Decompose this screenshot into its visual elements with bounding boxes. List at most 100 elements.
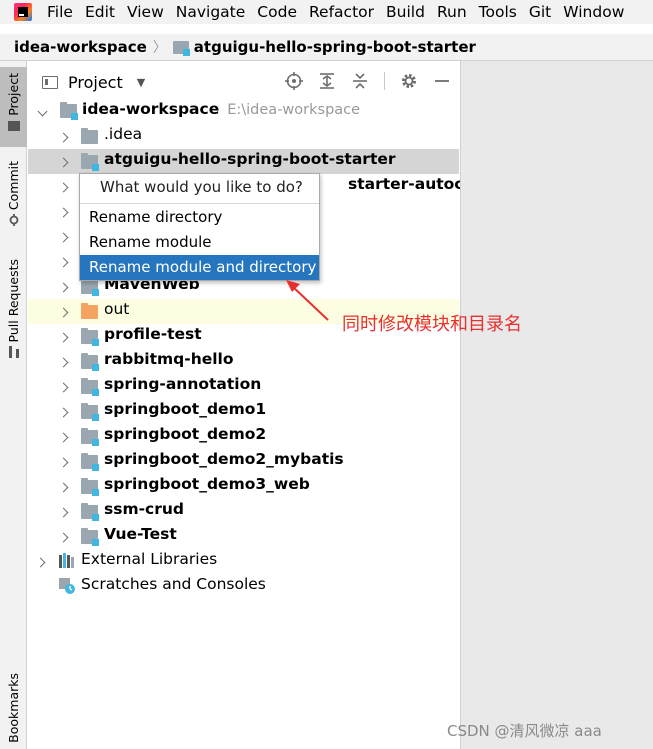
expand-all-icon[interactable] bbox=[318, 72, 336, 90]
rename-directory-option[interactable]: Rename directory bbox=[80, 205, 319, 230]
project-panel-title[interactable]: Project bbox=[68, 73, 123, 92]
menu-refactor[interactable]: Refactor bbox=[308, 0, 375, 24]
library-icon bbox=[59, 553, 77, 568]
tool-tab-commit[interactable]: Commit bbox=[0, 161, 27, 236]
module-folder-icon bbox=[81, 378, 99, 396]
tree-row[interactable]: .idea bbox=[28, 124, 459, 149]
tree-item-label: out bbox=[104, 300, 130, 318]
chevron-right-icon[interactable] bbox=[59, 382, 69, 392]
menu-bar: File Edit View Navigate Code Refactor Build Run… bbox=[0, 0, 653, 24]
tree-item-label: spring-annotation bbox=[104, 375, 262, 393]
breadcrumb: idea-workspace 〉 atguigu-hello-spring-bo… bbox=[0, 34, 653, 60]
tree-item-label: springboot_demo2 bbox=[104, 425, 267, 443]
chevron-right-icon[interactable] bbox=[59, 182, 69, 192]
tree-row-external-libraries[interactable]: External Libraries bbox=[28, 549, 459, 574]
tree-root-label: idea-workspace E:\idea-workspace bbox=[82, 100, 360, 118]
popup-title: What would you like to do? bbox=[100, 178, 303, 196]
chevron-right-icon[interactable] bbox=[59, 482, 69, 492]
module-folder-icon bbox=[60, 102, 78, 120]
tree-item-label: springboot_demo3_web bbox=[104, 475, 310, 493]
breadcrumb-root[interactable]: idea-workspace bbox=[14, 38, 147, 56]
module-folder-icon bbox=[81, 503, 99, 521]
chevron-right-icon[interactable] bbox=[59, 282, 69, 292]
chevron-right-icon[interactable] bbox=[59, 532, 69, 542]
module-folder-icon bbox=[81, 278, 99, 296]
project-panel-header: Project ▼ bbox=[28, 61, 459, 103]
minimize-icon[interactable] bbox=[433, 72, 451, 90]
menu-edit[interactable]: Edit bbox=[84, 0, 116, 24]
module-folder-icon bbox=[81, 528, 99, 546]
collapse-all-icon[interactable] bbox=[351, 72, 369, 90]
tool-tab-pull-requests[interactable]: Pull Requests bbox=[0, 259, 27, 367]
chevron-right-icon[interactable] bbox=[36, 557, 46, 567]
tree-row[interactable]: Vue-Test bbox=[28, 524, 459, 549]
project-panel-actions bbox=[270, 72, 451, 90]
menu-navigate[interactable]: Navigate bbox=[175, 0, 247, 24]
tree-item-label: rabbitmq-hello bbox=[104, 350, 234, 368]
chevron-right-icon[interactable] bbox=[59, 507, 69, 517]
menu-build[interactable]: Build bbox=[385, 0, 426, 24]
menu-file[interactable]: File bbox=[46, 0, 74, 24]
tree-row[interactable]: ssm-crud bbox=[28, 499, 459, 524]
tree-row[interactable]: atguigu-hello-spring-boot-starter bbox=[28, 149, 459, 174]
tree-item-label: Vue-Test bbox=[104, 525, 177, 543]
tree-label-external-libraries: External Libraries bbox=[81, 550, 218, 568]
menu-tools[interactable]: Tools bbox=[478, 0, 518, 24]
menu-git[interactable]: Git bbox=[528, 0, 552, 24]
tree-row[interactable]: springboot_demo1 bbox=[28, 399, 459, 424]
tree-item-label: .idea bbox=[104, 125, 143, 143]
tool-tab-commit-label: Commit bbox=[6, 161, 21, 211]
chevron-right-icon[interactable] bbox=[59, 307, 69, 317]
tree-item-label: atguigu-hello-spring-boot-starter bbox=[104, 150, 396, 168]
tree-item-label: springboot_demo2_mybatis bbox=[104, 450, 344, 468]
tree-row[interactable]: spring-annotation bbox=[28, 374, 459, 399]
gear-icon[interactable] bbox=[400, 72, 418, 90]
tree-row-scratches[interactable]: Scratches and Consoles bbox=[28, 574, 459, 599]
tool-tab-bookmarks-label: Bookmarks bbox=[6, 673, 21, 743]
project-folder-icon bbox=[7, 120, 20, 131]
breadcrumb-module[interactable]: atguigu-hello-spring-boot-starter bbox=[194, 38, 476, 56]
project-panel: Project ▼ idea-workspace E:\idea-workspac… bbox=[28, 61, 519, 749]
tree-root-row[interactable]: idea-workspace E:\idea-workspace bbox=[28, 99, 459, 124]
rename-module-option[interactable]: Rename module bbox=[80, 230, 319, 255]
chevron-right-icon[interactable] bbox=[59, 232, 69, 242]
module-folder-icon bbox=[81, 403, 99, 421]
locate-file-icon[interactable] bbox=[285, 72, 303, 90]
chevron-right-icon[interactable] bbox=[59, 357, 69, 367]
project-view-icon bbox=[42, 75, 58, 89]
menu-view[interactable]: View bbox=[126, 0, 165, 24]
tree-row[interactable]: springboot_demo2 bbox=[28, 424, 459, 449]
module-folder-icon bbox=[81, 428, 99, 446]
tree-item-label: ssm-crud bbox=[104, 500, 184, 518]
chevron-right-icon[interactable] bbox=[59, 457, 69, 467]
tool-tab-project[interactable]: Project bbox=[0, 67, 27, 147]
excluded-folder-icon bbox=[81, 303, 98, 319]
annotation-text: 同时修改模块和目录名 bbox=[342, 314, 522, 335]
breadcrumb-separator-icon: 〉 bbox=[152, 40, 167, 56]
chevron-right-icon[interactable] bbox=[59, 157, 69, 167]
tree-row[interactable]: rabbitmq-hello bbox=[28, 349, 459, 374]
watermark: CSDN @清风微凉 aaa bbox=[447, 722, 602, 740]
chevron-right-icon[interactable] bbox=[59, 132, 69, 142]
menu-code[interactable]: Code bbox=[256, 0, 298, 24]
chevron-down-icon[interactable]: ▼ bbox=[137, 76, 145, 89]
module-folder-icon bbox=[81, 328, 99, 346]
chevron-right-icon[interactable] bbox=[59, 257, 69, 267]
chevron-right-icon[interactable] bbox=[59, 432, 69, 442]
module-folder-icon bbox=[172, 40, 190, 56]
tool-tab-bookmarks[interactable]: Bookmarks bbox=[0, 673, 27, 748]
scratches-icon bbox=[59, 578, 75, 594]
menu-window[interactable]: Window bbox=[562, 0, 625, 24]
pull-request-icon bbox=[8, 346, 19, 359]
chevron-down-icon[interactable] bbox=[38, 108, 48, 118]
chevron-right-icon[interactable] bbox=[59, 332, 69, 342]
tree-row[interactable]: springboot_demo2_mybatis bbox=[28, 449, 459, 474]
menu-run[interactable]: Run bbox=[436, 0, 468, 24]
tree-row[interactable]: springboot_demo3_web bbox=[28, 474, 459, 499]
actions-separator bbox=[384, 72, 385, 90]
chevron-right-icon[interactable] bbox=[59, 207, 69, 217]
chevron-right-icon[interactable] bbox=[59, 407, 69, 417]
tree-item-label: profile-test bbox=[104, 325, 202, 343]
folder-icon bbox=[81, 128, 98, 144]
tree-item-label: springboot_demo1 bbox=[104, 400, 267, 418]
